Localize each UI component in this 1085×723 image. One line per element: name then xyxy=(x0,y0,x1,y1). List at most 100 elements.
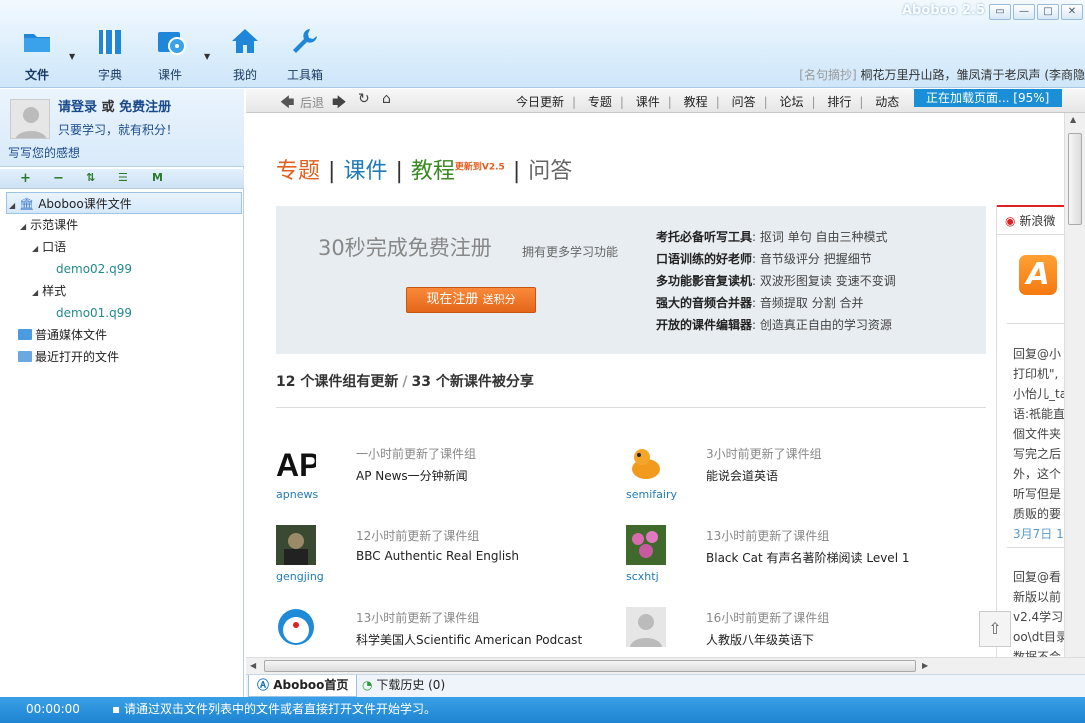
updates-shared: 33 个新课件被分享 xyxy=(411,374,534,390)
entry-title[interactable]: 科学美国人Scientific American Podcast xyxy=(356,631,582,648)
list-item[interactable]: gengjing 12小时前更新了课件组 BBC Authentic Real … xyxy=(276,525,606,595)
courseware-dropdown-icon[interactable]: ▼ xyxy=(204,52,210,61)
weibo-line: 写完之后 xyxy=(1013,447,1062,461)
toolbar-file-label: 文件 xyxy=(24,68,49,82)
weibo-post: 回复@看 新版以前 v2.4学习 oo\dt目录 数据不会 xyxy=(1013,567,1064,657)
refresh-icon[interactable]: ↻ xyxy=(358,91,370,107)
add-icon[interactable]: + xyxy=(20,171,31,186)
expand-icon[interactable]: ◢ xyxy=(32,288,38,297)
entry-title[interactable]: Black Cat 有声名著阶梯阅读 Level 1 xyxy=(706,549,909,566)
login-link[interactable]: 请登录 xyxy=(58,100,97,115)
user-box: 请登录 或 免费注册 只要学习，就有积分！ 写写您的感想 xyxy=(0,89,244,167)
nav-link-tutorial[interactable]: 教程 xyxy=(684,95,708,109)
tree-style-label: 样式 xyxy=(42,284,67,298)
list-item[interactable]: AP apnews 一小时前更新了课件组 AP News一分钟新闻 xyxy=(276,443,606,513)
menu-button[interactable]: ▭ xyxy=(989,4,1011,20)
tree-item-style[interactable]: ◢ 样式 xyxy=(0,280,66,302)
flowers-avatar xyxy=(626,525,666,565)
nav-link-activity[interactable]: 动态 xyxy=(875,95,899,109)
vertical-scrollbar[interactable]: ▲ xyxy=(1064,113,1085,657)
horizontal-scrollbar[interactable]: ◀ ▶ xyxy=(246,657,1085,674)
nav-link-ranking[interactable]: 排行 xyxy=(827,95,851,109)
weibo-line: 语:祇能直 xyxy=(1013,407,1064,421)
list-icon[interactable]: ☰ xyxy=(118,171,128,184)
tree-recent-label: 最近打开的文件 xyxy=(35,350,120,364)
weibo-line: 数据不会 xyxy=(1013,650,1062,657)
tree-item-media[interactable]: 普通媒体文件 xyxy=(0,324,107,346)
tree-toolbar: + − ⇅ ☰ M xyxy=(0,169,244,189)
entry-title[interactable]: BBC Authentic Real English xyxy=(356,549,519,563)
tab-downloads[interactable]: ◔ 下载历史 (0) xyxy=(354,675,453,697)
remove-icon[interactable]: − xyxy=(53,171,64,186)
heading-courseware[interactable]: 课件 xyxy=(343,159,387,184)
entry-title[interactable]: 能说会道英语 xyxy=(706,467,778,484)
browser-navbar: 🡄 后退 🡆 ↻ ⌂ 今日更新 | 专题 | 课件 | 教程 | 问答 | 论坛 | 排行 |… xyxy=(246,89,1085,113)
nav-link-courseware[interactable]: 课件 xyxy=(636,95,660,109)
left-panel: 请登录 或 免费注册 只要学习，就有积分！ 写写您的感想 + − ⇅ ☰ M ◢… xyxy=(0,89,244,697)
weibo-header[interactable]: ◉ 新浪微 xyxy=(997,205,1064,235)
entry-user[interactable]: apnews xyxy=(276,488,318,501)
updates-summary: 12 个课件组有更新/33 个新课件被分享 xyxy=(276,374,534,390)
tree-item-demo[interactable]: ◢ 示范课件 xyxy=(0,214,78,236)
write-feeling-link[interactable]: 写写您的感想 xyxy=(8,144,80,161)
heading-qa[interactable]: 问答 xyxy=(528,159,572,184)
scroll-right-icon[interactable]: ▶ xyxy=(922,661,928,670)
horizontal-scroll-thumb[interactable] xyxy=(264,660,916,672)
weibo-date[interactable]: 3月7日 12 xyxy=(1013,524,1064,544)
list-item[interactable]: 16小时前更新了课件组 人教版八年级英语下 xyxy=(626,607,956,657)
list-item[interactable]: 13小时前更新了课件组 科学美国人Scientific American Pod… xyxy=(276,607,606,657)
tab-home[interactable]: Ⓐ Aboboo首页 xyxy=(248,675,358,697)
scroll-left-icon[interactable]: ◀ xyxy=(250,661,256,670)
tree-item-oral[interactable]: ◢ 口语 xyxy=(0,236,66,258)
heading-tutorial[interactable]: 教程 xyxy=(411,159,455,184)
minimize-button[interactable]: — xyxy=(1013,4,1035,20)
apnews-logo: AP xyxy=(276,443,320,483)
entry-user[interactable]: semifairy xyxy=(626,488,677,501)
heading-topics[interactable]: 专题 xyxy=(276,159,320,184)
register-subtitle: 拥有更多学习功能 xyxy=(522,245,619,259)
tree-file-demo01[interactable]: demo01.q99 xyxy=(0,302,132,324)
feature-item: 强大的音频合并器: 音频提取 分割 合并 xyxy=(656,296,864,310)
user-avatar xyxy=(276,525,316,565)
close-button[interactable]: ✕ xyxy=(1061,4,1083,20)
entry-title[interactable]: AP News一分钟新闻 xyxy=(356,467,468,484)
tree-oral-label: 口语 xyxy=(42,240,67,254)
app-title: Aboboo 2.5 xyxy=(901,3,985,18)
expand-icon[interactable]: ◢ xyxy=(9,201,15,210)
nav-link-today[interactable]: 今日更新 xyxy=(516,95,564,109)
back-label[interactable]: 后退 xyxy=(300,94,324,111)
expand-icon[interactable]: ◢ xyxy=(32,244,38,253)
scroll-up-icon[interactable]: ▲ xyxy=(1070,115,1076,124)
feature-desc: 抠词 单句 自由三种模式 xyxy=(759,230,888,244)
expand-icon[interactable]: ◢ xyxy=(20,222,26,231)
feature-desc: 双波形图复读 变速不变调 xyxy=(759,274,896,288)
list-item[interactable]: semifairy 3小时前更新了课件组 能说会道英语 xyxy=(626,443,956,513)
file-dropdown-icon[interactable]: ▼ xyxy=(69,52,75,61)
nav-link-forum[interactable]: 论坛 xyxy=(779,95,803,109)
entry-user[interactable]: scxhtj xyxy=(626,570,659,583)
feature-desc: 音频提取 分割 合并 xyxy=(759,296,864,310)
web-content: 专题 | 课件 | 教程更新到V2.5 | 问答 30秒完成免费注册 拥有更多学习功能 现在… xyxy=(246,113,1064,657)
section-heading: 专题 | 课件 | 教程更新到V2.5 | 问答 xyxy=(276,159,573,184)
maximize-button[interactable]: □ xyxy=(1037,4,1059,20)
register-button-bonus: 送积分 xyxy=(482,293,516,306)
merge-icon[interactable]: M xyxy=(152,171,163,184)
entry-title[interactable]: 人教版八年级英语下 xyxy=(706,631,814,648)
list-item[interactable]: scxhtj 13小时前更新了课件组 Black Cat 有声名著阶梯阅读 Le… xyxy=(626,525,956,595)
home-icon[interactable]: ⌂ xyxy=(382,91,391,107)
back-to-top-button[interactable]: ⇧ xyxy=(979,611,1011,647)
split-icon[interactable]: ⇅ xyxy=(86,171,95,184)
entry-time: 3小时前更新了课件组 xyxy=(706,447,822,461)
register-link[interactable]: 免费注册 xyxy=(119,100,171,115)
tree-item-recent[interactable]: 最近打开的文件 xyxy=(0,346,119,368)
register-now-button[interactable]: 现在注册 送积分 xyxy=(406,287,536,313)
feature-item: 多功能影音复读机: 双波形图复读 变速不变调 xyxy=(656,274,896,288)
nav-link-topics[interactable]: 专题 xyxy=(588,95,612,109)
weibo-panel: ◉ 新浪微 A 回复@小 打印机", 小怡儿_ta 语:祇能直 個文件夹 写完之… xyxy=(996,205,1064,657)
vertical-scroll-thumb[interactable] xyxy=(1068,133,1082,225)
nav-link-qa[interactable]: 问答 xyxy=(732,95,756,109)
folder-icon xyxy=(24,34,50,52)
tree-item-root[interactable]: ◢ 🏛 Aboboo课件文件 xyxy=(6,192,242,214)
entry-user[interactable]: gengjing xyxy=(276,570,324,583)
tree-file-demo02[interactable]: demo02.q99 xyxy=(0,258,132,280)
